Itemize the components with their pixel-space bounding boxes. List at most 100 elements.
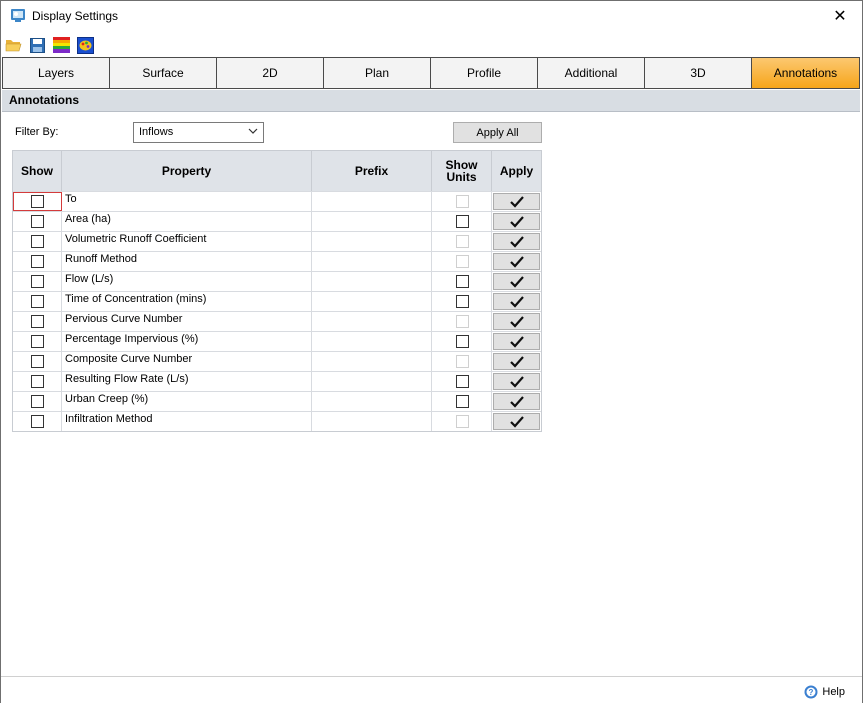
show-units-cell [432, 312, 492, 331]
prefix-cell[interactable] [312, 392, 432, 411]
prefix-cell[interactable] [312, 232, 432, 251]
prefix-cell[interactable] [312, 212, 432, 231]
property-cell: To [62, 192, 312, 211]
show-checkbox[interactable] [31, 375, 44, 388]
prefix-cell[interactable] [312, 352, 432, 371]
filter-by-label: Filter By: [15, 126, 59, 138]
apply-button[interactable] [493, 333, 540, 350]
prefix-cell[interactable] [312, 292, 432, 311]
show-checkbox[interactable] [31, 235, 44, 248]
checkmark-icon [509, 295, 524, 308]
show-cell [13, 412, 62, 431]
show-units-cell [432, 192, 492, 211]
show-units-checkbox[interactable] [455, 375, 469, 388]
open-button[interactable] [3, 35, 23, 55]
apply-button[interactable] [493, 193, 540, 210]
palette-button[interactable] [75, 35, 95, 55]
apply-cell [492, 252, 541, 271]
close-button[interactable]: ✕ [818, 1, 862, 31]
checkmark-icon [509, 275, 524, 288]
apply-cell [492, 272, 541, 291]
tab-3d[interactable]: 3D [645, 58, 752, 88]
help-link[interactable]: ? Help [804, 685, 845, 699]
show-units-cell [432, 292, 492, 311]
tab-surface[interactable]: Surface [110, 58, 217, 88]
filter-by-dropdown[interactable]: Inflows [133, 122, 264, 143]
show-units-cell [432, 232, 492, 251]
apply-button[interactable] [493, 233, 540, 250]
show-units-checkbox [455, 355, 469, 368]
apply-button[interactable] [493, 213, 540, 230]
tab-label: Profile [466, 66, 501, 80]
show-checkbox[interactable] [31, 195, 44, 208]
show-units-checkbox [455, 195, 469, 208]
show-units-checkbox[interactable] [455, 215, 469, 228]
show-units-checkbox[interactable] [455, 395, 469, 408]
show-units-checkbox[interactable] [455, 275, 469, 288]
show-cell [13, 252, 62, 271]
apply-cell [492, 412, 541, 431]
show-checkbox[interactable] [31, 415, 44, 428]
show-checkbox[interactable] [31, 215, 44, 228]
show-checkbox[interactable] [31, 255, 44, 268]
table-row: Time of Concentration (mins) [13, 291, 541, 311]
show-units-checkbox [455, 315, 469, 328]
show-cell [13, 212, 62, 231]
display-settings-app-icon [10, 8, 26, 24]
tab-label: Surface [142, 66, 184, 80]
apply-all-button[interactable]: Apply All [453, 122, 542, 143]
section-title: Annotations [2, 90, 860, 112]
show-checkbox[interactable] [31, 355, 44, 368]
prefix-cell[interactable] [312, 332, 432, 351]
tab-plan[interactable]: Plan [324, 58, 431, 88]
show-checkbox[interactable] [31, 395, 44, 408]
checkmark-icon [509, 315, 524, 328]
show-cell [13, 312, 62, 331]
show-cell [13, 292, 62, 311]
tab-layers[interactable]: Layers [3, 58, 110, 88]
tab-profile[interactable]: Profile [431, 58, 538, 88]
show-units-cell [432, 392, 492, 411]
chevron-down-icon [248, 128, 258, 134]
show-checkbox[interactable] [31, 275, 44, 288]
show-checkbox[interactable] [31, 315, 44, 328]
prefix-cell[interactable] [312, 312, 432, 331]
show-units-checkbox[interactable] [455, 335, 469, 348]
apply-button[interactable] [493, 293, 540, 310]
save-button[interactable] [27, 35, 47, 55]
color-ramp-button[interactable] [51, 35, 71, 55]
show-checkbox[interactable] [31, 335, 44, 348]
prefix-cell[interactable] [312, 372, 432, 391]
checkmark-icon [509, 395, 524, 408]
show-units-cell [432, 412, 492, 431]
table-row: Volumetric Runoff Coefficient [13, 231, 541, 251]
tab-annotations[interactable]: Annotations [752, 58, 859, 88]
tab-label: Annotations [773, 66, 838, 80]
apply-button[interactable] [493, 373, 540, 390]
title-bar: Display Settings ✕ [1, 1, 862, 32]
show-checkbox[interactable] [31, 295, 44, 308]
apply-button[interactable] [493, 353, 540, 370]
apply-button[interactable] [493, 313, 540, 330]
settings-tabs: Layers Surface 2D Plan Profile Additiona… [2, 57, 860, 89]
apply-button[interactable] [493, 413, 540, 430]
show-units-checkbox[interactable] [455, 295, 469, 308]
prefix-cell[interactable] [312, 412, 432, 431]
checkmark-icon [509, 335, 524, 348]
apply-button[interactable] [493, 273, 540, 290]
show-units-cell [432, 212, 492, 231]
tab-2d[interactable]: 2D [217, 58, 324, 88]
prefix-cell[interactable] [312, 192, 432, 211]
help-label: Help [822, 686, 845, 698]
show-units-cell [432, 252, 492, 271]
show-units-checkbox [455, 415, 469, 428]
prefix-cell[interactable] [312, 272, 432, 291]
apply-button[interactable] [493, 253, 540, 270]
table-row: Flow (L/s) [13, 271, 541, 291]
table-row: Percentage Impervious (%) [13, 331, 541, 351]
tab-additional[interactable]: Additional [538, 58, 645, 88]
grid-header: Show Property Prefix Show Units Apply [13, 151, 541, 191]
apply-button[interactable] [493, 393, 540, 410]
help-icon: ? [804, 685, 818, 699]
prefix-cell[interactable] [312, 252, 432, 271]
